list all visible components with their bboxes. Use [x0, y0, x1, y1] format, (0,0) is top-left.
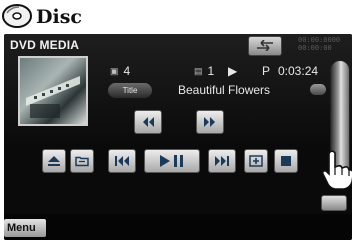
- skip-next-icon: [215, 156, 229, 166]
- folder-icon: [75, 156, 89, 167]
- search-forward-button[interactable]: [196, 110, 224, 134]
- clock-line-2: 00:00:00: [298, 44, 332, 52]
- menu-button[interactable]: Menu: [4, 219, 46, 237]
- page-title: Disc: [36, 6, 82, 28]
- film-strip-image: [26, 76, 80, 118]
- add-folder-button[interactable]: [244, 149, 268, 173]
- video-thumbnail: [18, 56, 88, 126]
- folder-list-button[interactable]: [70, 149, 94, 173]
- folder-number: ▣ 4: [110, 64, 131, 78]
- file-icon: ▤: [194, 66, 203, 76]
- stop-button[interactable]: [274, 149, 298, 173]
- return-arrow-icon: [257, 40, 273, 51]
- screen-toggle-button[interactable]: [321, 195, 347, 211]
- folder-plus-icon: [249, 155, 263, 167]
- file-number: ▤ 1: [194, 64, 215, 78]
- title-tag: Title: [108, 83, 152, 98]
- track-title: Beautiful Flowers: [178, 83, 271, 97]
- page-header: Disc: [0, 0, 356, 36]
- search-backward-button[interactable]: [134, 110, 162, 134]
- play-state: ▶: [228, 64, 238, 78]
- next-track-button[interactable]: [208, 149, 236, 173]
- disc-icon: [2, 1, 32, 31]
- play-mode: P: [262, 64, 271, 78]
- return-button[interactable]: [248, 36, 282, 56]
- folder-icon: ▣: [110, 66, 119, 76]
- double-chevron-right-icon: [204, 117, 215, 127]
- clock-readout: 00:00:0000 00:00:00: [298, 36, 340, 52]
- play-pause-icon: [160, 155, 183, 167]
- source-label: DVD MEDIA: [10, 38, 80, 52]
- eject-icon: [48, 156, 60, 166]
- eject-button[interactable]: [42, 149, 66, 173]
- bottom-bar: [4, 214, 352, 240]
- skip-previous-icon: [115, 156, 129, 166]
- double-chevron-left-icon: [143, 117, 154, 127]
- text-scroll-button[interactable]: [310, 84, 326, 95]
- pointer-hand-icon: [320, 150, 352, 195]
- play-pause-button[interactable]: [144, 149, 200, 173]
- play-time: 0:03:24: [278, 64, 319, 78]
- previous-track-button[interactable]: [108, 149, 136, 173]
- clock-line-1: 00:00:0000: [298, 36, 341, 44]
- stop-icon: [281, 156, 291, 166]
- media-screen: DVD MEDIA 00:00:0000 00:00:00 ▣ 4 ▤ 1 ▶ P …: [4, 34, 352, 240]
